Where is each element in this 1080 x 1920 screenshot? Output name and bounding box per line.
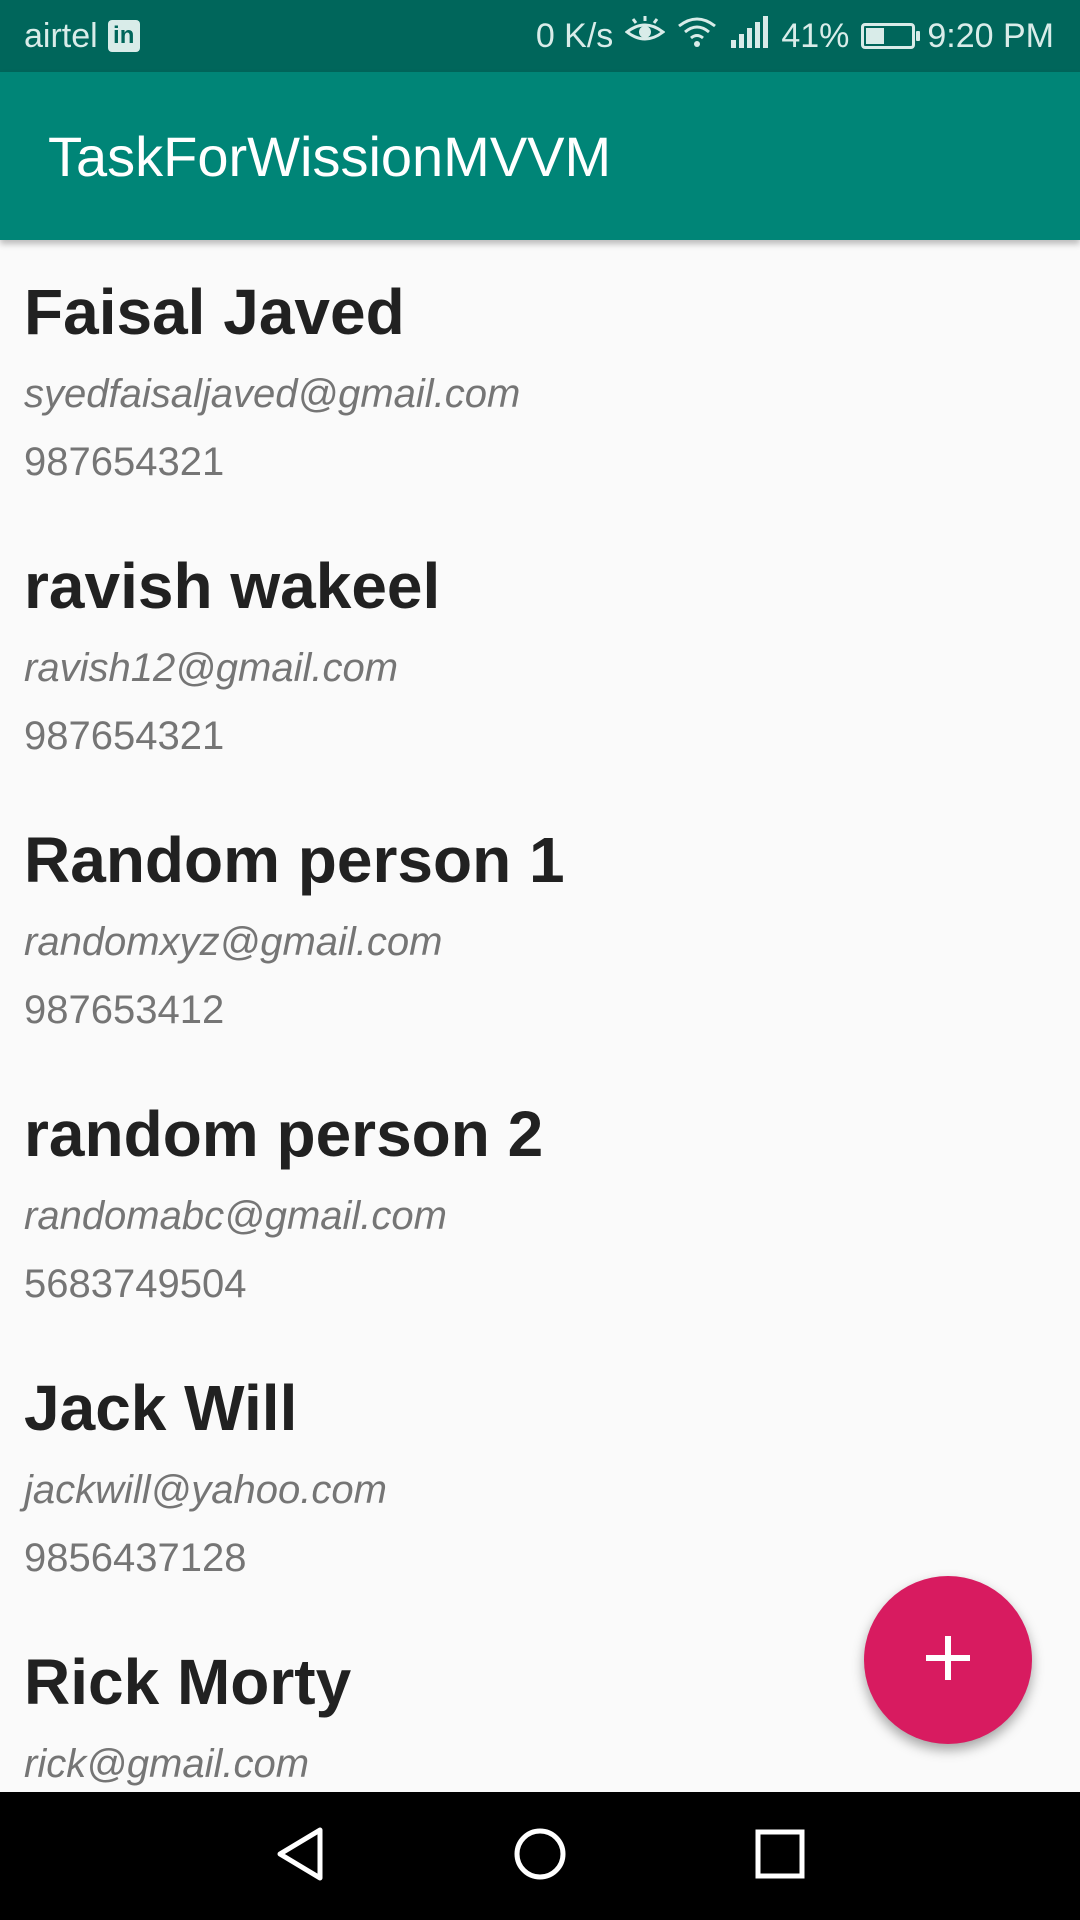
home-icon [512, 1826, 568, 1887]
signal-icon [729, 15, 769, 57]
nav-bar [0, 1792, 1080, 1920]
contact-name: ravish wakeel [24, 550, 441, 622]
contact-name: Faisal Javed [24, 276, 405, 348]
list-item[interactable]: Random person 1 randomxyz@gmail.com 9876… [0, 788, 1080, 1062]
status-bar: airtel in 0 K/s 41% 9:20 PM [0, 0, 1080, 72]
battery-charging-icon [861, 23, 921, 49]
eye-comfort-icon [624, 15, 666, 57]
contact-phone: 987653412 [24, 988, 225, 1032]
contact-email: jackwill@yahoo.com [24, 1468, 387, 1512]
contact-email: ravish12@gmail.com [24, 646, 399, 690]
add-contact-button[interactable] [864, 1576, 1032, 1744]
status-right: 0 K/s 41% 9:20 PM [536, 0, 1054, 72]
list-item[interactable]: random person 2 randomabc@gmail.com 5683… [0, 1062, 1080, 1336]
back-icon [274, 1826, 326, 1887]
contact-email: randomabc@gmail.com [24, 1194, 447, 1238]
contact-email: syedfaisaljaved@gmail.com [24, 372, 521, 416]
list-item[interactable]: ravish wakeel ravish12@gmail.com 9876543… [0, 514, 1080, 788]
home-button[interactable] [500, 1816, 580, 1896]
app-title: TaskForWissionMVVM [48, 124, 612, 188]
list-item[interactable]: Jack Will jackwill@yahoo.com 9856437128 [0, 1336, 1080, 1610]
screen: airtel in 0 K/s 41% 9:20 PM TaskForWissi… [0, 0, 1080, 1920]
contact-email: randomxyz@gmail.com [24, 920, 443, 964]
contact-name: random person 2 [24, 1098, 544, 1170]
contact-name: Random person 1 [24, 824, 565, 896]
net-speed: 0 K/s [535, 16, 614, 55]
list-item[interactable]: Faisal Javed syedfaisaljaved@gmail.com 9… [0, 240, 1080, 514]
recents-button[interactable] [740, 1816, 820, 1896]
contact-phone: 987654321 [24, 714, 225, 758]
contact-phone: 987654321 [24, 440, 225, 484]
contact-phone: 5683749504 [24, 1262, 247, 1306]
contact-list[interactable]: Faisal Javed syedfaisaljaved@gmail.com 9… [0, 240, 1080, 1792]
clock: 9:20 PM [927, 16, 1054, 55]
contact-email: rick@gmail.com [24, 1742, 310, 1786]
linkedin-icon: in [107, 20, 140, 52]
battery-percent: 41% [781, 16, 850, 55]
plus-icon [924, 1634, 972, 1687]
contact-name: Rick Morty [24, 1646, 352, 1718]
battery-fill [866, 28, 885, 44]
wifi-icon [677, 16, 717, 57]
recents-icon [754, 1828, 806, 1885]
status-left: airtel in [24, 0, 140, 72]
app-bar: TaskForWissionMVVM [0, 72, 1080, 240]
contact-name: Jack Will [24, 1372, 298, 1444]
back-button[interactable] [260, 1816, 340, 1896]
contact-phone: 9856437128 [24, 1536, 247, 1580]
carrier-label: airtel [24, 16, 98, 55]
